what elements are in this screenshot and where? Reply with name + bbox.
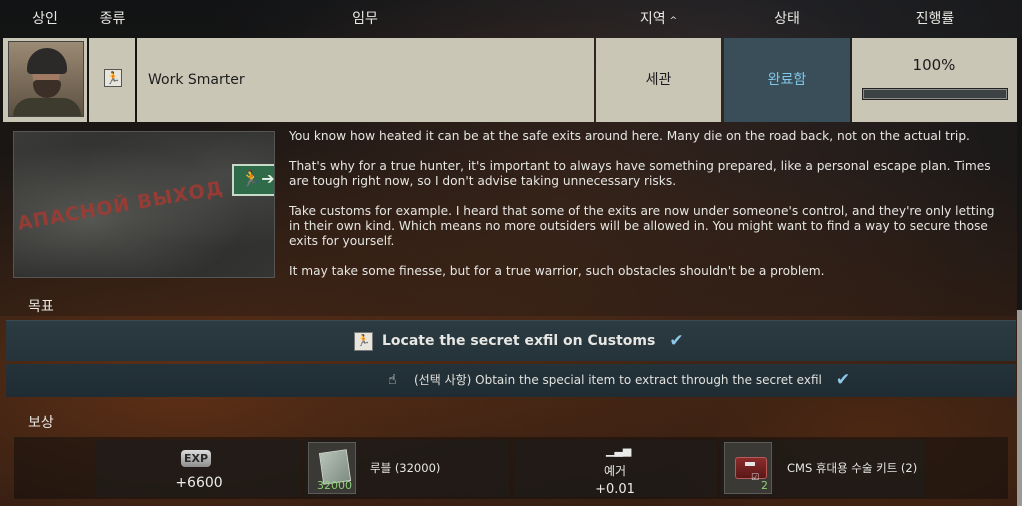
objectives-label: 목표: [28, 299, 54, 315]
signal-bars-icon: ▁▃▅: [606, 444, 632, 457]
description-paragraph: It may take some finesse, but for a true…: [289, 264, 825, 278]
quest-row[interactable]: 🏃 Work Smarter 세관 완료함 100%: [0, 38, 1022, 122]
objective-main-text: Locate the secret exfil on Customs: [382, 333, 656, 349]
surgical-kit-label: CMS 휴대용 수술 키트 (2): [787, 461, 918, 475]
hand-pointer-icon: ☝: [388, 372, 397, 388]
roubles-label: 루블 (32000): [370, 461, 441, 475]
quest-region: 세관: [645, 72, 672, 88]
checkmark-icon: ✔: [835, 370, 851, 390]
rewards-label: 보상: [28, 415, 54, 431]
surgical-kit-item[interactable]: ☑ 2: [724, 442, 772, 494]
progress-cell: [852, 38, 1018, 122]
description-paragraph: That's why for a true hunter, it's impor…: [289, 159, 991, 188]
trader-avatar[interactable]: [8, 41, 84, 117]
header-region[interactable]: 지역 ^: [596, 0, 721, 38]
reward-reputation: ▁▃▅ 예거 +0.01: [513, 440, 717, 497]
description-paragraph: You know how heated it can be at the saf…: [289, 129, 970, 143]
sort-ascending-icon: ^: [669, 16, 678, 26]
header-quest[interactable]: 임무: [135, 0, 595, 38]
roubles-count: 32000: [317, 479, 352, 492]
progress-bar-fill: [864, 90, 1006, 98]
reward-item[interactable]: ☑ 2 CMS 휴대용 수술 키트 (2): [720, 440, 926, 497]
reputation-value: +0.01: [595, 482, 635, 497]
roubles-item[interactable]: 32000: [308, 442, 356, 494]
header-region-label: 지역: [639, 11, 666, 27]
checkmark-icon: ✔: [669, 331, 684, 351]
quest-image-graffiti: АПАСНОЙ ВЫХОД: [15, 177, 226, 235]
exit-sign-icon: 🏃➔: [232, 164, 274, 196]
exit-running-man-icon: 🏃: [354, 331, 373, 351]
quest-name[interactable]: Work Smarter: [148, 38, 245, 122]
header-status[interactable]: 상태: [724, 0, 850, 38]
table-header: 상인 종류 임무 지역 ^ 상태 진행률: [0, 0, 1022, 38]
description-paragraph: Take customs for example. I heard that s…: [289, 204, 995, 248]
exp-value: +6600: [175, 475, 223, 491]
objective-main[interactable]: 🏃 Locate the secret exfil on Customs ✔: [6, 320, 1016, 361]
surgical-kit-count: 2: [761, 479, 768, 492]
objective-optional[interactable]: ☝ (선택 사항) Obtain the special item to extr…: [6, 364, 1016, 397]
exit-running-man-icon: 🏃: [104, 69, 122, 87]
header-progress[interactable]: 진행률: [852, 0, 1018, 38]
reward-exp: EXP +6600: [96, 440, 302, 497]
exp-icon: EXP: [181, 450, 211, 467]
found-in-raid-icon: ☑: [751, 473, 760, 483]
reward-roubles[interactable]: 32000 루블 (32000): [304, 440, 510, 497]
progress-bar: [862, 88, 1008, 100]
quest-image: АПАСНОЙ ВЫХОД 🏃➔: [13, 131, 275, 278]
status-badge: 완료함: [724, 38, 850, 122]
scrollbar[interactable]: [1017, 38, 1022, 506]
progress-percent: 100%: [912, 56, 956, 74]
quest-description: You know how heated it can be at the saf…: [289, 129, 1009, 294]
objective-optional-text: (선택 사항) Obtain the special item to extra…: [414, 373, 822, 387]
header-trader[interactable]: 상인: [0, 0, 90, 38]
reputation-trader: 예거: [603, 464, 627, 478]
header-type[interactable]: 종류: [90, 0, 135, 38]
scrollbar-thumb[interactable]: [1017, 310, 1022, 506]
